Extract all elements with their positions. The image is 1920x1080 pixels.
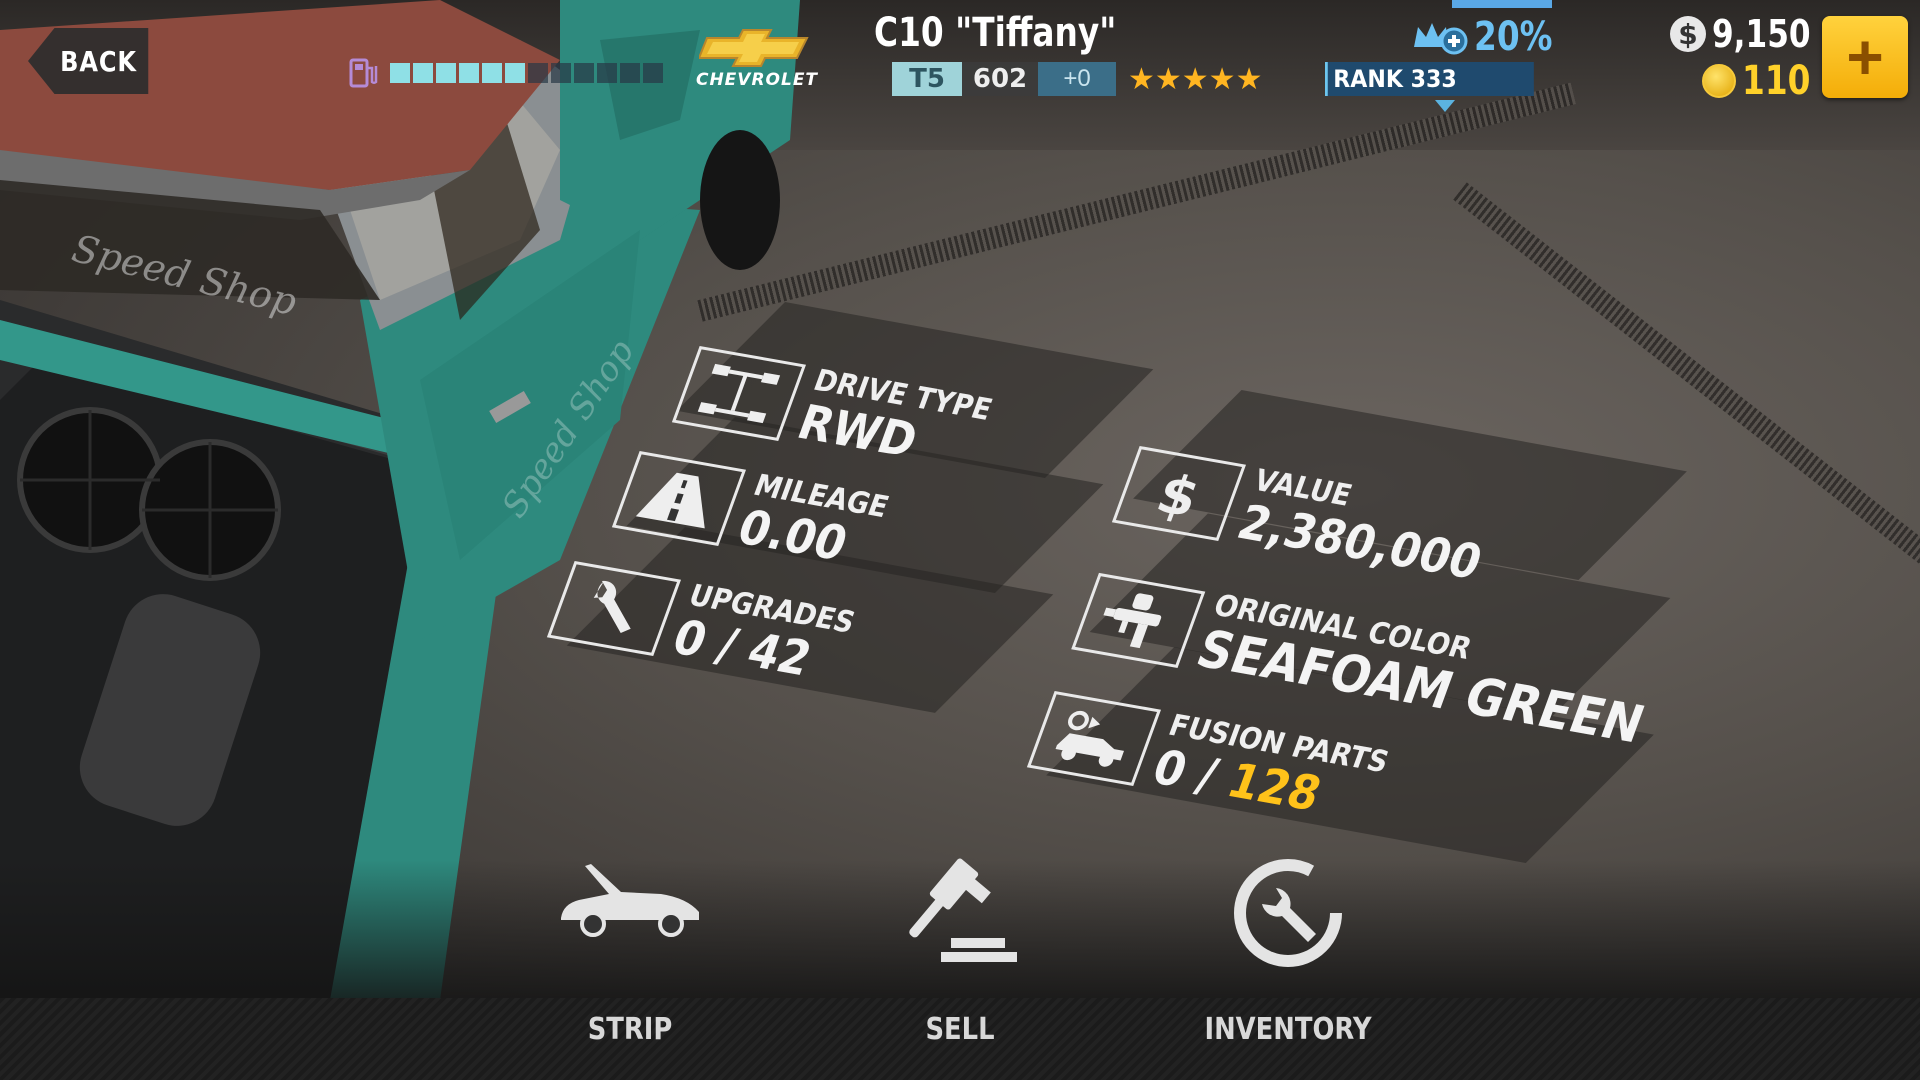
boost-indicator[interactable]: 20% [1410,14,1570,60]
car-stats: T5 602 +0 ★★★★★ [892,62,1262,96]
fuel-bar [390,63,663,83]
rank-progress-bar [1452,0,1552,8]
gold-display: 110 [1702,58,1826,104]
truck-image: Speed Shop Speed Shop [0,0,800,1000]
fuel-segment [597,63,617,83]
plus-icon: + [1846,21,1884,93]
brand: CHEVROLET [682,28,832,98]
fuel-segment [574,63,594,83]
gold-amount: 110 [1742,58,1811,104]
boost-percent: 20% [1474,14,1553,60]
fuel-segment [528,63,548,83]
fuel-segment [505,63,525,83]
chevrolet-bowtie-icon [699,29,809,67]
fuel-segment [413,63,433,83]
rank-dropdown-icon[interactable] [1435,100,1455,112]
fuel-segment [643,63,663,83]
fuel-segment [620,63,640,83]
inventory-label: INVENTORY [1204,1012,1372,1047]
cash-amount: 9,150 [1712,12,1811,56]
fuel-segment [482,63,502,83]
wrench-circle-icon [1234,859,1342,967]
fuel-gauge [348,56,663,90]
add-currency-button[interactable]: + [1822,16,1908,98]
brand-name: CHEVROLET [695,70,819,90]
fuel-segment [390,63,410,83]
crown-plus-icon [1414,23,1468,55]
fuel-segment [436,63,456,83]
inventory-button[interactable]: INVENTORY [1178,859,1398,1047]
cash-display: $ 9,150 [1670,12,1832,56]
rank-badge[interactable]: RANK 333 [1325,62,1534,96]
gavel-icon [909,858,1017,962]
strip-button[interactable]: STRIP [520,860,740,1047]
sell-button[interactable]: SELL [850,858,1070,1047]
strip-label: STRIP [587,1012,673,1047]
fuel-segment [551,63,571,83]
car-hood-open-icon [561,864,699,937]
sell-label: SELL [925,1012,995,1047]
car-title: C10 "Tiffany" [874,10,1117,56]
fuel-pump-icon [349,58,378,88]
tier-badge: T5 [892,62,962,96]
dollar-coin-icon: $ [1670,16,1706,52]
fuel-segment [459,63,479,83]
star-rating: ★★★★★ [1128,62,1263,96]
gold-coin-icon [1702,64,1736,98]
performance-points: 602 [962,62,1038,96]
performance-bonus: +0 [1038,62,1116,96]
